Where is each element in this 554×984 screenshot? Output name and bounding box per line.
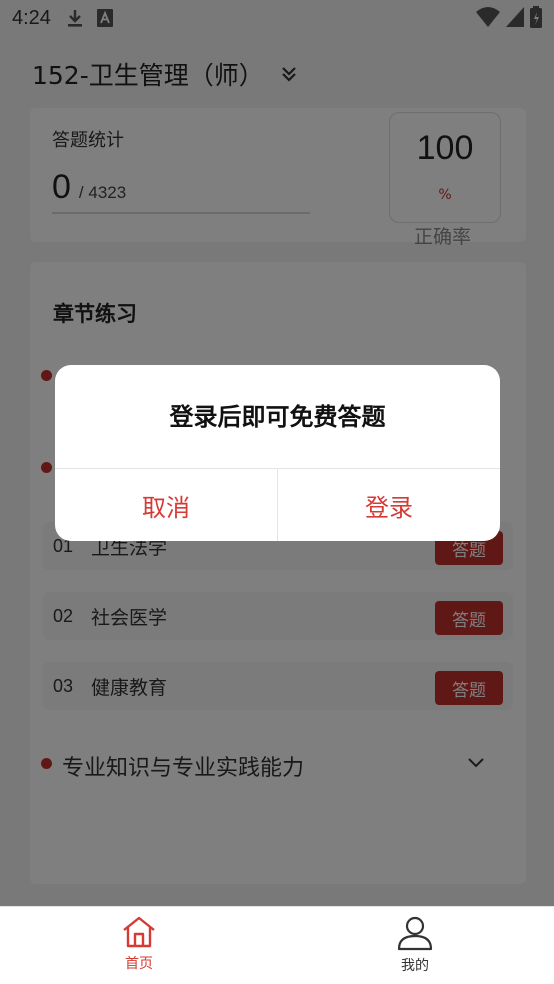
dialog-message: 登录后即可免费答题 (169, 403, 386, 431)
nav-profile-label: 我的 (401, 958, 429, 974)
login-dialog: 登录后即可免费答题 取消 登录 (55, 365, 500, 541)
bottom-nav: 首页 我的 (0, 906, 554, 984)
home-icon (123, 916, 155, 948)
nav-profile[interactable]: 我的 (370, 915, 460, 975)
cancel-button[interactable]: 取消 (55, 469, 277, 541)
login-button[interactable]: 登录 (278, 469, 500, 541)
nav-home[interactable]: 首页 (94, 915, 184, 973)
nav-home-label: 首页 (125, 956, 153, 972)
user-icon (397, 916, 433, 951)
